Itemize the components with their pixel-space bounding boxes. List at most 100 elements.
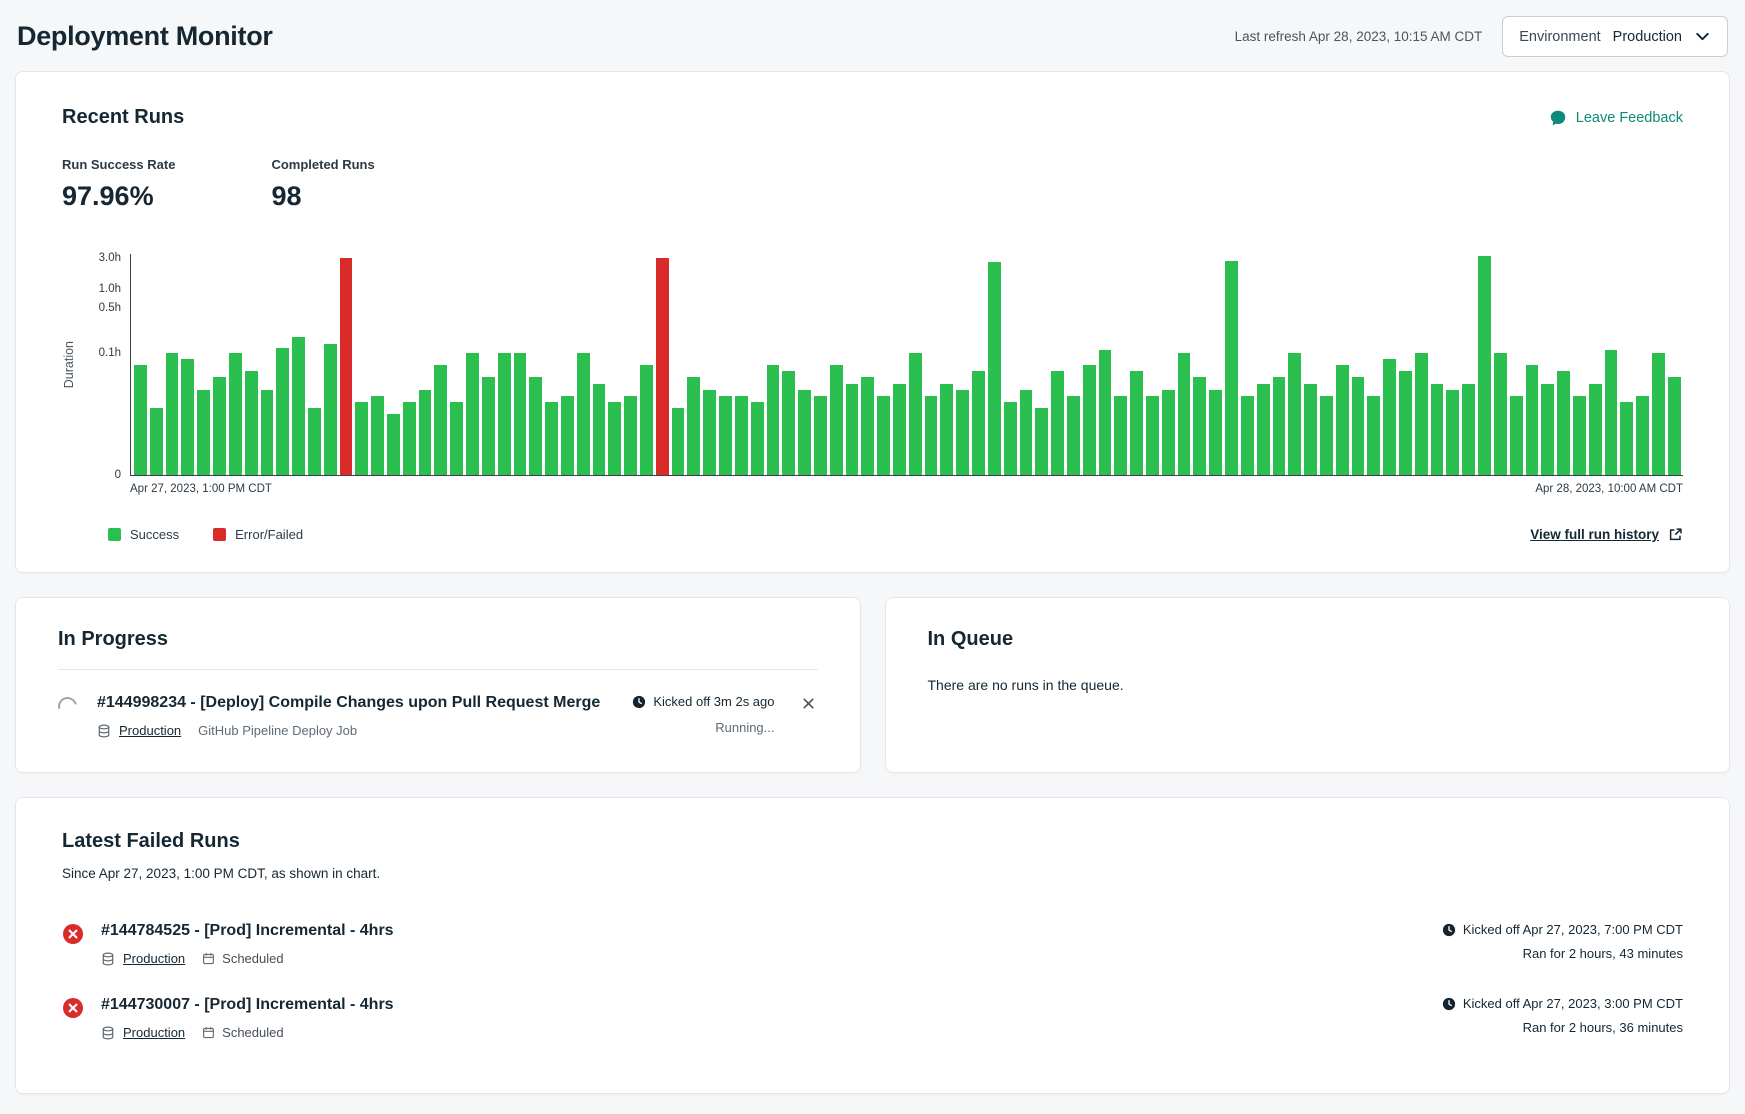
chart-bar[interactable] — [735, 396, 748, 475]
chart-bar[interactable] — [893, 384, 906, 476]
chart-bar[interactable] — [276, 348, 289, 475]
chart-bar[interactable] — [1035, 408, 1048, 475]
chart-bar[interactable] — [703, 390, 716, 475]
chart-bar[interactable] — [1494, 353, 1507, 475]
chart-bar[interactable] — [498, 353, 511, 475]
chart-bar[interactable] — [245, 371, 258, 475]
chart-bar[interactable] — [956, 390, 969, 475]
chart-bar[interactable] — [261, 390, 274, 475]
chart-bar[interactable] — [1020, 390, 1033, 475]
environment-dropdown[interactable]: Environment Production — [1502, 16, 1728, 57]
chart-bar[interactable] — [672, 408, 685, 475]
chart-bar[interactable] — [1573, 396, 1586, 475]
chart-bar[interactable] — [1162, 390, 1175, 475]
chart-bar[interactable] — [1352, 377, 1365, 475]
chart-bar[interactable] — [1114, 396, 1127, 475]
chart-bar[interactable] — [1383, 359, 1396, 475]
chart-bar[interactable] — [340, 258, 353, 475]
chart-bar[interactable] — [751, 402, 764, 475]
chart-bar[interactable] — [166, 353, 179, 475]
chart-bar[interactable] — [687, 377, 700, 475]
chart-bar[interactable] — [134, 365, 147, 475]
chart-bar[interactable] — [593, 384, 606, 476]
chart-bar[interactable] — [1589, 384, 1602, 476]
chart-bar[interactable] — [1415, 353, 1428, 475]
chart-bar[interactable] — [988, 262, 1001, 475]
chart-bar[interactable] — [1241, 396, 1254, 475]
environment-link[interactable]: Production — [123, 951, 185, 966]
chart-bar[interactable] — [1225, 261, 1238, 475]
chart-bar[interactable] — [940, 384, 953, 476]
chart-bar[interactable] — [229, 353, 242, 475]
chart-bar[interactable] — [545, 402, 558, 475]
chart-bar[interactable] — [1446, 390, 1459, 475]
chart-bar[interactable] — [1399, 371, 1412, 475]
chart-bar[interactable] — [419, 390, 432, 475]
chart-bar[interactable] — [1130, 371, 1143, 475]
chart-bar[interactable] — [640, 365, 653, 475]
chart-bar[interactable] — [782, 371, 795, 475]
chart-bar[interactable] — [1209, 390, 1222, 475]
chart-bar[interactable] — [324, 344, 337, 475]
chart-bar[interactable] — [577, 353, 590, 475]
chart-bar[interactable] — [514, 353, 527, 475]
chart-bar[interactable] — [150, 408, 163, 475]
environment-link[interactable]: Production — [119, 723, 181, 738]
chart-bar[interactable] — [181, 359, 194, 475]
chart-bar[interactable] — [814, 396, 827, 475]
chart-bar[interactable] — [1620, 402, 1633, 475]
chart-bar[interactable] — [846, 384, 859, 476]
chart-bar[interactable] — [1320, 396, 1333, 475]
leave-feedback-link[interactable]: Leave Feedback — [1549, 109, 1683, 127]
chart-bar[interactable] — [450, 402, 463, 475]
chart-bar[interactable] — [972, 371, 985, 475]
chart-bar[interactable] — [1178, 353, 1191, 475]
chart-bar[interactable] — [1431, 384, 1444, 476]
chart-bar[interactable] — [656, 258, 669, 475]
chart-bar[interactable] — [767, 365, 780, 475]
chart-bar[interactable] — [861, 377, 874, 475]
chart-bar[interactable] — [1557, 371, 1570, 475]
chart-bar[interactable] — [1478, 256, 1491, 475]
chart-bar[interactable] — [1051, 371, 1064, 475]
chart-bar[interactable] — [608, 402, 621, 475]
chart-bar[interactable] — [1193, 377, 1206, 475]
chart-bar[interactable] — [909, 353, 922, 475]
chart-bar[interactable] — [1510, 396, 1523, 475]
chart-bar[interactable] — [482, 377, 495, 475]
chart-bar[interactable] — [1273, 377, 1286, 475]
chart-bar[interactable] — [434, 365, 447, 475]
chart-bar[interactable] — [387, 414, 400, 475]
chart-bar[interactable] — [925, 396, 938, 475]
chart-bar[interactable] — [403, 402, 416, 475]
chart-bar[interactable] — [798, 390, 811, 475]
chart-bar[interactable] — [529, 377, 542, 475]
chart-bar[interactable] — [1067, 396, 1080, 475]
chart-bar[interactable] — [213, 377, 226, 475]
chart-bar[interactable] — [1367, 396, 1380, 475]
cancel-run-button[interactable] — [799, 694, 818, 713]
chart-bar[interactable] — [1083, 365, 1096, 475]
chart-bar[interactable] — [1541, 384, 1554, 476]
chart-bar[interactable] — [292, 337, 305, 476]
chart-bar[interactable] — [624, 396, 637, 475]
chart-bar[interactable] — [1526, 365, 1539, 475]
chart-bar[interactable] — [1304, 384, 1317, 476]
chart-bar[interactable] — [466, 353, 479, 475]
chart-bar[interactable] — [830, 365, 843, 475]
chart-bar[interactable] — [1636, 396, 1649, 475]
chart-bar[interactable] — [1146, 396, 1159, 475]
chart-bar[interactable] — [1462, 384, 1475, 476]
chart-bar[interactable] — [719, 396, 732, 475]
view-full-run-history-link[interactable]: View full run history — [1530, 527, 1683, 542]
chart-bar[interactable] — [371, 396, 384, 475]
chart-bar[interactable] — [1668, 377, 1681, 475]
environment-link[interactable]: Production — [123, 1025, 185, 1040]
chart-bar[interactable] — [1605, 350, 1618, 475]
chart-bar[interactable] — [1099, 350, 1112, 475]
chart-bar[interactable] — [1004, 402, 1017, 475]
chart-bar[interactable] — [561, 396, 574, 475]
chart-bar[interactable] — [1652, 353, 1665, 475]
chart-bar[interactable] — [197, 390, 210, 475]
chart-bar[interactable] — [355, 402, 368, 475]
